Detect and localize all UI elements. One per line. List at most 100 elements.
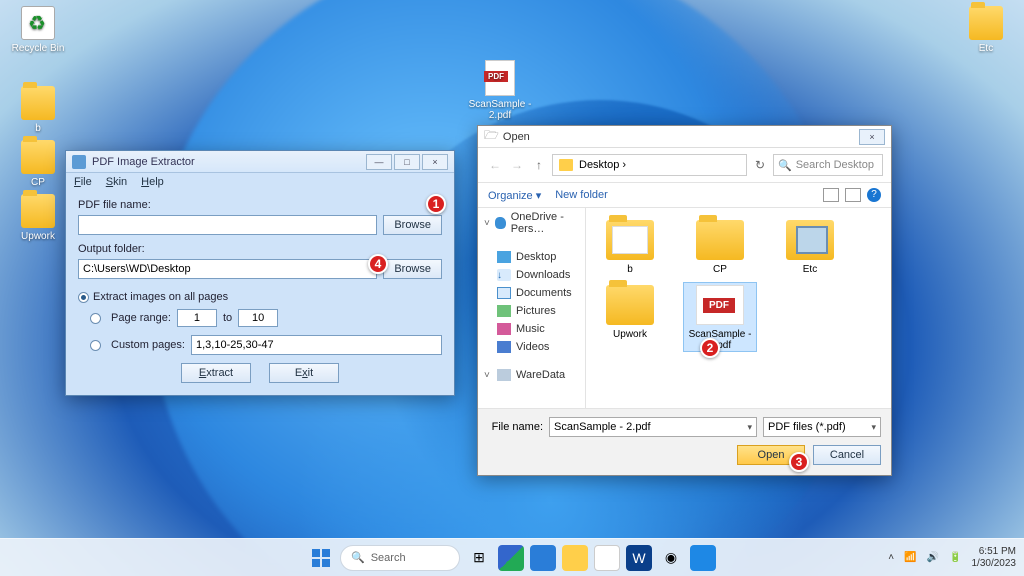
desktop-icon-recycle-bin[interactable]: Recycle Bin <box>8 6 68 54</box>
view-options-button[interactable] <box>823 188 839 202</box>
range-to-input[interactable] <box>238 309 278 327</box>
icon-label: Etc <box>979 43 993 54</box>
radio-all-label: Extract images on all pages <box>93 291 228 303</box>
app-icon[interactable] <box>690 545 716 571</box>
file-item-scansample[interactable]: ScanSample - 2.pdf <box>684 283 756 351</box>
icon-label: b <box>35 123 41 134</box>
file-item-upwork[interactable]: Upwork <box>594 283 666 351</box>
output-folder-label: Output folder: <box>78 243 442 255</box>
browse-pdf-button[interactable]: Browse <box>383 215 442 235</box>
to-label: to <box>223 312 232 324</box>
taskbar: 🔍Search ⊞ e W ◉ ˄ 📶 🔊 🔋 6:51 PM 1/30/202… <box>0 538 1024 576</box>
radio-custom-pages[interactable] <box>90 340 101 351</box>
organize-menu[interactable]: Organize ▾ <box>488 189 541 202</box>
chrome-icon[interactable]: ◉ <box>658 545 684 571</box>
app-icon[interactable] <box>594 545 620 571</box>
search-icon: 🔍 <box>778 159 792 172</box>
filename-label: File name: <box>488 421 543 433</box>
nav-videos[interactable]: Videos <box>478 338 585 356</box>
icon-label: CP <box>31 177 45 188</box>
filter-combo[interactable]: PDF files (*.pdf)▾ <box>763 417 881 437</box>
desktop-icon-folder-etc[interactable]: Etc <box>956 6 1016 54</box>
maximize-button[interactable]: □ <box>394 154 420 170</box>
navigation-pane: OneDrive - Pers… Desktop Downloads Docum… <box>478 208 586 408</box>
forward-button[interactable]: → <box>508 156 526 174</box>
preview-pane-button[interactable] <box>845 188 861 202</box>
annotation-badge-1: 1 <box>426 194 446 214</box>
menu-help[interactable]: Help <box>141 176 164 188</box>
start-button[interactable] <box>308 545 334 571</box>
file-item-b[interactable]: b <box>594 218 666 275</box>
edge-icon[interactable]: e <box>498 545 524 571</box>
icon-label: Recycle Bin <box>12 43 65 54</box>
desktop-icon-folder-upwork[interactable]: Upwork <box>8 194 68 242</box>
menu-file[interactable]: File <box>74 176 92 188</box>
radio-all-pages[interactable] <box>78 292 89 303</box>
titlebar[interactable]: PDF Image Extractor — □ × <box>66 151 454 173</box>
folder-icon <box>559 159 573 171</box>
browse-output-button[interactable]: Browse <box>383 259 442 279</box>
app-icon[interactable] <box>530 545 556 571</box>
nav-waredata[interactable]: WareData <box>478 366 585 384</box>
range-from-input[interactable] <box>177 309 217 327</box>
pdf-file-label: PDF file name: <box>78 199 442 211</box>
custom-label: Custom pages: <box>111 339 185 351</box>
desktop-icon-folder-b[interactable]: b <box>8 86 68 134</box>
new-folder-button[interactable]: New folder <box>555 189 608 201</box>
help-button[interactable]: ? <box>867 188 881 202</box>
explorer-icon[interactable] <box>562 545 588 571</box>
volume-icon[interactable]: 🔊 <box>927 552 939 563</box>
output-folder-input[interactable] <box>78 259 377 279</box>
nav-downloads[interactable]: Downloads <box>478 266 585 284</box>
nav-onedrive[interactable]: OneDrive - Pers… <box>478 208 585 238</box>
open-dialog: 🗁 Open × ← → ↑ Desktop › ↻ 🔍Search Deskt… <box>477 125 892 476</box>
up-button[interactable]: ↑ <box>530 156 548 174</box>
task-view-icon[interactable]: ⊞ <box>466 545 492 571</box>
menubar: File Skin Help <box>66 173 454 191</box>
desktop-icon-pdf[interactable]: ScanSample - 2.pdf <box>460 60 540 121</box>
annotation-badge-3: 3 <box>789 452 809 472</box>
word-icon[interactable]: W <box>626 545 652 571</box>
extract-button[interactable]: Extract <box>181 363 251 383</box>
file-item-etc[interactable]: Etc <box>774 218 846 275</box>
nav-row: ← → ↑ Desktop › ↻ 🔍Search Desktop <box>478 148 891 183</box>
annotation-badge-2: 2 <box>700 338 720 358</box>
nav-desktop[interactable]: Desktop <box>478 248 585 266</box>
close-button[interactable]: × <box>859 129 885 145</box>
exit-button[interactable]: Exit <box>269 363 339 383</box>
bottom-bar: File name: ScanSample - 2.pdf▾ PDF files… <box>478 408 891 475</box>
filename-combo[interactable]: ScanSample - 2.pdf▾ <box>549 417 757 437</box>
chevron-up-icon[interactable]: ˄ <box>888 552 894 563</box>
window-title: Open <box>503 131 530 143</box>
pdf-file-input[interactable] <box>78 215 377 235</box>
taskbar-search[interactable]: 🔍Search <box>340 545 460 571</box>
titlebar[interactable]: 🗁 Open × <box>478 126 891 148</box>
file-item-cp[interactable]: CP <box>684 218 756 275</box>
radio-page-range[interactable] <box>90 313 101 324</box>
nav-documents[interactable]: Documents <box>478 284 585 302</box>
search-icon: 🔍 <box>351 551 365 564</box>
pdf-extractor-window: PDF Image Extractor — □ × File Skin Help… <box>65 150 455 396</box>
annotation-badge-4: 4 <box>368 254 388 274</box>
window-title: PDF Image Extractor <box>92 156 195 168</box>
nav-music[interactable]: Music <box>478 320 585 338</box>
search-input[interactable]: 🔍Search Desktop <box>773 154 883 176</box>
minimize-button[interactable]: — <box>366 154 392 170</box>
icon-label: ScanSample - 2.pdf <box>469 99 532 121</box>
open-icon: 🗁 <box>484 126 499 147</box>
wifi-icon[interactable]: 📶 <box>904 552 916 563</box>
icon-label: Upwork <box>21 231 55 242</box>
menu-skin[interactable]: Skin <box>106 176 127 188</box>
system-tray[interactable]: ˄ 📶 🔊 🔋 6:51 PM 1/30/2023 <box>888 546 1016 570</box>
back-button[interactable]: ← <box>486 156 504 174</box>
refresh-button[interactable]: ↻ <box>751 156 769 174</box>
files-area[interactable]: b CP Etc Upwork ScanSample - 2.pdf <box>586 208 891 408</box>
breadcrumb[interactable]: Desktop › <box>552 154 747 176</box>
battery-icon[interactable]: 🔋 <box>949 552 961 563</box>
nav-pictures[interactable]: Pictures <box>478 302 585 320</box>
desktop-icon-folder-cp[interactable]: CP <box>8 140 68 188</box>
close-button[interactable]: × <box>422 154 448 170</box>
custom-pages-input[interactable] <box>191 335 442 355</box>
clock[interactable]: 6:51 PM 1/30/2023 <box>972 546 1017 570</box>
cancel-button[interactable]: Cancel <box>813 445 881 465</box>
